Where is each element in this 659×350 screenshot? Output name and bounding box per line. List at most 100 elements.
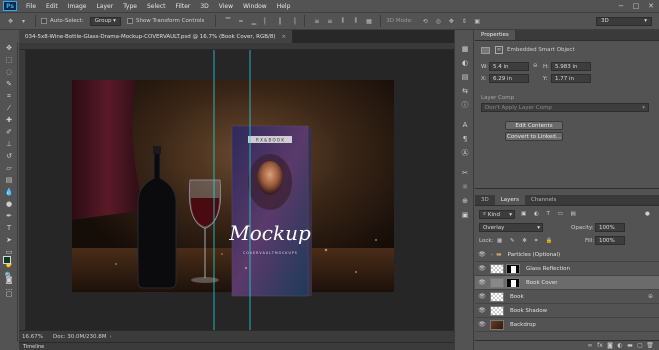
transform-controls-option[interactable]: Show Transform Controls	[126, 18, 204, 24]
info-icon[interactable]: ⓘ	[455, 98, 475, 112]
maximize-icon[interactable]: □	[629, 0, 643, 12]
3d-scale-icon[interactable]: ▣	[473, 17, 482, 26]
document-tab[interactable]: 034-5x8-Wine-Bottle-Glass-Drama-Mockup-C…	[19, 30, 294, 43]
layer-row[interactable]: 👁 › ▬ Particles (Optional)	[475, 248, 659, 262]
filter-icons[interactable]: ▣ ◐ T ▭ ▤	[521, 211, 579, 217]
auto-select-checkbox[interactable]	[41, 18, 47, 24]
navigator-icon[interactable]: ⇆	[455, 84, 475, 98]
brush-tool-icon[interactable]: ✐	[0, 126, 18, 138]
align-center-icon[interactable]: ║	[275, 17, 284, 26]
horizontal-ruler[interactable]	[19, 43, 454, 50]
timeline-panel-tab[interactable]: Timeline	[19, 342, 454, 350]
move-tool-icon[interactable]: ✥	[0, 42, 18, 54]
layer-row[interactable]: 👁 Book ⊕	[475, 290, 659, 304]
close-tab-icon[interactable]: ×	[282, 34, 287, 40]
foreground-color-swatch[interactable]	[3, 256, 11, 264]
lasso-tool-icon[interactable]: ◌	[0, 66, 18, 78]
auto-select-dropdown[interactable]: Group ▾	[89, 16, 121, 26]
3d-pan-icon[interactable]: ✥	[447, 17, 456, 26]
visibility-eye-icon[interactable]: 👁	[477, 293, 487, 300]
auto-select-option[interactable]: Auto-Select:	[41, 18, 84, 24]
opacity-field[interactable]: 100%	[595, 223, 625, 232]
layer-comp-dropdown[interactable]: Don't Apply Layer Comp ▾	[481, 103, 649, 112]
healing-brush-tool-icon[interactable]: ✚	[0, 114, 18, 126]
visibility-eye-icon[interactable]: 👁	[477, 251, 487, 258]
move-tool-icon[interactable]: ✥	[6, 17, 15, 26]
fill-field[interactable]: 100%	[595, 236, 625, 245]
canvas[interactable]: R X & B O O K Mockup C O V E R V A U L T…	[26, 50, 454, 330]
align-left-icon[interactable]: ▏	[262, 17, 271, 26]
close-icon[interactable]: ✕	[644, 0, 658, 12]
crop-tool-icon[interactable]: ⌗	[0, 90, 18, 102]
type-tool-icon[interactable]: T	[0, 222, 18, 234]
layer-row[interactable]: 👁 Backdrop	[475, 318, 659, 332]
workspace-dropdown[interactable]: 3D ▾	[596, 16, 652, 26]
vertical-ruler[interactable]	[19, 50, 26, 330]
adjustment-icon[interactable]: ◐	[615, 342, 625, 349]
tab-properties[interactable]: Properties	[475, 30, 515, 40]
menu-filter[interactable]: Filter	[171, 3, 196, 10]
eraser-tool-icon[interactable]: ▱	[0, 162, 18, 174]
edit-contents-button[interactable]: Edit Contents	[505, 121, 563, 130]
menu-image[interactable]: Image	[63, 3, 92, 10]
filter-kind-dropdown[interactable]: ⌕ Kind ▾	[479, 210, 515, 219]
filter-toggle-icon[interactable]: ●	[645, 211, 650, 217]
layer-row[interactable]: 👁 Book Shadow	[475, 304, 659, 318]
history-brush-tool-icon[interactable]: ↺	[0, 150, 18, 162]
distribute-icon[interactable]: ⫼	[338, 17, 347, 26]
layer-row-selected[interactable]: 👁 Book Cover	[475, 276, 659, 290]
swatches-icon[interactable]: ▤	[455, 70, 475, 84]
tool-presets-icon[interactable]: ✂	[455, 166, 475, 180]
tab-3d[interactable]: 3D	[475, 195, 495, 205]
brush-presets-icon[interactable]: ☼	[455, 180, 475, 194]
menu-view[interactable]: View	[214, 3, 238, 10]
align-top-icon[interactable]: ▔	[223, 17, 232, 26]
quick-select-tool-icon[interactable]: ✎	[0, 78, 18, 90]
menu-help[interactable]: Help	[272, 3, 296, 10]
clone-source-icon[interactable]: ⊕	[455, 194, 475, 208]
trash-icon[interactable]: 🗑	[645, 342, 655, 349]
link-icon[interactable]: ∞	[495, 46, 503, 54]
quick-mask-icon[interactable]: ◙	[0, 274, 18, 286]
layer-row[interactable]: 👁 Glass Reflection	[475, 262, 659, 276]
blur-tool-icon[interactable]: 💧	[0, 186, 18, 198]
lock-icons[interactable]: ▦ ✎ ✥ ⌗ 🔒	[497, 238, 555, 245]
convert-to-linked-button[interactable]: Convert to Linked...	[505, 132, 563, 141]
align-right-icon[interactable]: ▕	[288, 17, 297, 26]
paragraph-icon[interactable]: ¶	[455, 132, 475, 146]
menu-3d[interactable]: 3D	[195, 3, 213, 10]
align-middle-icon[interactable]: ═	[236, 17, 245, 26]
tab-channels[interactable]: Channels	[525, 195, 562, 205]
character-icon[interactable]: A	[455, 118, 475, 132]
new-layer-icon[interactable]: ▢	[635, 342, 645, 349]
libraries-icon[interactable]: ▣	[455, 208, 475, 222]
link-icon[interactable]: ∞	[585, 342, 595, 349]
align-bottom-icon[interactable]: ▁	[249, 17, 258, 26]
history-icon[interactable]: ▦	[455, 42, 475, 56]
visibility-eye-icon[interactable]: 👁	[477, 265, 487, 272]
width-field[interactable]: 5.4 in	[489, 62, 529, 71]
tab-layers[interactable]: Layers	[494, 195, 525, 205]
mask-icon[interactable]: ◙	[605, 342, 615, 349]
gradient-tool-icon[interactable]: ▤	[0, 174, 18, 186]
screen-mode-icon[interactable]: ▢	[0, 288, 18, 300]
clone-stamp-tool-icon[interactable]: ⊥	[0, 138, 18, 150]
folder-icon[interactable]: ▬	[625, 342, 635, 349]
blend-mode-dropdown[interactable]: Overlay ▾	[479, 223, 543, 232]
distribute-icon[interactable]: ≡	[325, 17, 334, 26]
y-field[interactable]: 1.77 in	[551, 74, 591, 83]
x-field[interactable]: 6.29 in	[489, 74, 529, 83]
menu-window[interactable]: Window	[238, 3, 272, 10]
3d-rotate-icon[interactable]: ⟲	[421, 17, 430, 26]
fx-icon[interactable]: fx	[595, 342, 605, 349]
transform-controls-checkbox[interactable]	[126, 18, 133, 24]
auto-align-icon[interactable]: ▦	[364, 17, 373, 26]
glyphs-icon[interactable]: Ⓐ	[455, 146, 475, 160]
3d-slide-icon[interactable]: ⇕	[460, 17, 469, 26]
expand-arrow-icon[interactable]: ›	[491, 252, 493, 258]
mockup-image[interactable]: R X & B O O K Mockup C O V E R V A U L T…	[26, 50, 454, 330]
visibility-eye-icon[interactable]: 👁	[477, 321, 487, 328]
pen-tool-icon[interactable]: ✒	[0, 210, 18, 222]
tool-preset-dropdown-icon[interactable]: ▾	[19, 17, 28, 26]
3d-roll-icon[interactable]: ◎	[434, 17, 443, 26]
